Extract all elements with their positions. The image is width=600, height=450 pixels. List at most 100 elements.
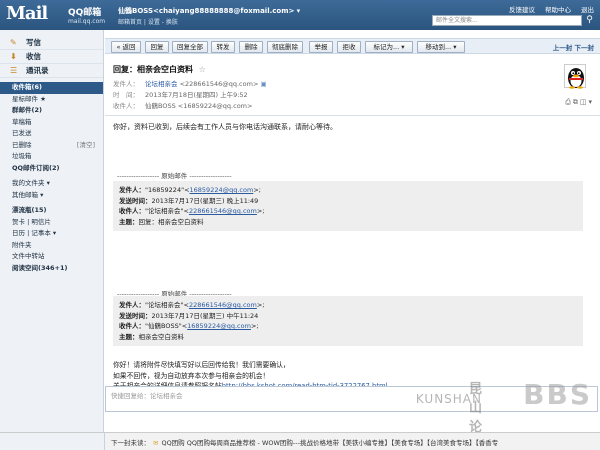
help-link[interactable]: 帮助中心: [545, 4, 571, 14]
sidebar-item-starred[interactable]: 星标邮件 ★: [0, 94, 103, 106]
quote2-to-label: 收件人：: [119, 322, 145, 330]
sidebar-item-calendar[interactable]: 日历 | 记事本 ▾: [0, 228, 103, 240]
contacts-button[interactable]: ☰ 通讯录: [0, 64, 103, 78]
message-subject: 回复：相亲会空白资料 ☆: [113, 64, 206, 75]
quote-from-link[interactable]: 16859224@qq.com: [190, 186, 254, 194]
sidebar-item-group-mail[interactable]: 群邮件(2): [0, 105, 103, 117]
move-to-dropdown[interactable]: 移动到... ▾: [417, 41, 465, 53]
quote-to-link[interactable]: 228661546@qq.com: [189, 207, 257, 215]
compose-label: 写信: [26, 38, 41, 47]
sender-address: <228661546@qq.com>: [179, 80, 259, 88]
quote2-subject-label: 主题：: [119, 332, 139, 341]
from-row: 发件人： 论坛相亲会 <228661546@qq.com> ▣: [113, 78, 267, 88]
quote-subject-value: 回复：相亲会空白资料: [138, 217, 204, 226]
logo-title: QQ邮箱: [68, 8, 102, 18]
forward-button[interactable]: 转发: [211, 41, 235, 53]
receive-label: 收信: [26, 52, 41, 61]
print-icon[interactable]: ⎙: [565, 98, 573, 106]
logout-link[interactable]: 退出: [581, 4, 594, 14]
sidebar-item-spam[interactable]: 垃圾箱: [0, 151, 103, 163]
original-mail-divider: ------------------ 原始邮件 ----------------…: [117, 172, 232, 180]
compose-button[interactable]: ✎ 写信: [0, 36, 103, 50]
new-window-icon[interactable]: ⧉: [573, 98, 580, 106]
next-unread-bar[interactable]: 下一封未读： ✉ QQ团购 QQ团购每周商品推荐榜 - WOW团购---挑战价格地带…: [105, 432, 600, 450]
back-button[interactable]: « 返回: [111, 41, 141, 53]
delete-permanently-button[interactable]: 彻底删除: [267, 41, 303, 53]
message-subject-text: 回复：相亲会空白资料: [113, 65, 193, 74]
report-button[interactable]: 举报: [309, 41, 333, 53]
quote2-time-label: 发送时间：: [119, 311, 152, 320]
time-row: 时 间： 2013年7月18日(星期四) 上午9:52: [113, 89, 248, 99]
quote-to-label: 收件人：: [119, 207, 145, 215]
mark-as-dropdown[interactable]: 标记为... ▾: [365, 41, 413, 53]
chevron-down-icon[interactable]: ▾: [297, 7, 301, 15]
quote2-to-row: 收件人："仙鶴BOSS"<16859224@qq.com>;: [119, 321, 577, 332]
feedback-link[interactable]: 反馈建议: [509, 4, 535, 14]
quote2-subject-value: 相亲会空白资料: [138, 332, 185, 341]
sidebar-item-attachments[interactable]: 附件夹: [0, 240, 103, 252]
pencil-icon: ✎: [10, 38, 17, 47]
next-unread-subject[interactable]: QQ团购 QQ团购每周商品推荐榜 - WOW团购---挑战价格地带【美铁小编专推…: [161, 439, 498, 447]
sidebar-item-inbox[interactable]: 收件箱(6): [0, 82, 103, 94]
message-actions: ⎙⧉◫▾: [565, 98, 594, 107]
quote-to-value: "论坛相亲会"<: [145, 207, 189, 215]
address-book-icon: ☰: [10, 66, 18, 75]
sidebar-item-deleted[interactable]: 已删除 [清空]: [0, 140, 103, 152]
sidebar-item-reading-space[interactable]: 阅读空间(346+1): [0, 263, 103, 275]
to-row: 收件人： 仙鶴BOSS <16859224@qq.com>: [113, 100, 252, 110]
sidebar: ✎ 写信 ⬇ 收信 ☰ 通讯录 收件箱(6) 星标邮件 ★ 群邮件(2) 草稿箱…: [0, 30, 104, 432]
sidebar-item-file-transfer[interactable]: 文件中转站: [0, 251, 103, 263]
quote2-to-end: >;: [250, 322, 259, 330]
envelope-icon: ✉: [153, 439, 159, 447]
search-icon[interactable]: ⚲: [584, 15, 595, 26]
closing-line-2: 如果不回传，视为自动放弃本次参与相亲会的机会！: [113, 371, 270, 380]
sidebar-item-cards[interactable]: 贺卡 | 明信片: [0, 217, 103, 229]
delete-button[interactable]: 删除: [239, 41, 263, 53]
sidebar-item-subscriptions[interactable]: QQ邮件订阅(2): [0, 163, 103, 175]
avatar[interactable]: [564, 64, 586, 89]
quote-to-end: >;: [256, 207, 265, 215]
quote2-from-row: 发件人："论坛相亲会"<228661546@qq.com>;: [119, 300, 577, 311]
receive-button[interactable]: ⬇ 收信: [0, 50, 103, 64]
quote2-from-end: >;: [256, 301, 265, 309]
mail-logo[interactable]: Mail: [6, 3, 48, 24]
more-icon[interactable]: ▾: [588, 98, 594, 106]
sidebar-item-my-folders[interactable]: 我的文件夹 ▾: [0, 178, 103, 190]
sidebar-item-drafts[interactable]: 草稿箱: [0, 117, 103, 129]
star-icon[interactable]: ☆: [199, 65, 206, 74]
quote-time-row: 发送时间：2013年7月17日(星期三) 晚上11:49: [119, 196, 577, 207]
message-body: 你好，资料已收到，后续会有工作人员与你电话沟通联系，请耐心等待。: [113, 123, 337, 131]
quote-from-value: "16859224"<: [145, 186, 190, 194]
watermark-bbs: BBS: [523, 378, 592, 411]
quote-to-row: 收件人："论坛相亲会"<228661546@qq.com>;: [119, 206, 577, 217]
sidebar-item-sent[interactable]: 已发送: [0, 128, 103, 140]
reply-button[interactable]: 回复: [145, 41, 169, 53]
sidebar-item-other-mailboxes[interactable]: 其他邮箱 ▾: [0, 190, 103, 202]
user-account[interactable]: 仙鶴BOSS<chaiyang88888888@foxmail.com> ▾: [118, 6, 300, 16]
quote2-subject-row: 主题：相亲会空白资料: [119, 332, 577, 343]
reply-all-button[interactable]: 回复全部: [172, 41, 208, 53]
search-input[interactable]: 邮件全文搜索...: [432, 15, 582, 26]
block-button[interactable]: 拒收: [337, 41, 361, 53]
logo-domain: mail.qq.com: [68, 18, 106, 25]
quote-subject-label: 主题：: [119, 217, 139, 226]
quote2-from-link[interactable]: 228661546@qq.com: [189, 301, 257, 309]
quote2-time-value: 2013年7月17日(星期三) 中午11:24: [151, 311, 259, 320]
sidebar-item-deleted-label: 已删除: [12, 140, 32, 149]
recipient: 仙鶴BOSS <16859224@qq.com>: [145, 102, 253, 110]
sender-name[interactable]: 论坛相亲会: [145, 80, 178, 88]
message-pager[interactable]: 上一封 下一封: [553, 42, 594, 52]
quote-time-label: 发送时间：: [119, 196, 152, 205]
from-label: 发件人：: [113, 80, 139, 88]
user-links[interactable]: 邮箱首页 | 设置 - 换肤: [118, 17, 178, 26]
quoted-mail-2: 发件人："论坛相亲会"<228661546@qq.com>; 发送时间：2013…: [113, 296, 583, 346]
quote2-to-value: "仙鶴BOSS"<: [145, 322, 188, 330]
sidebar-item-drift-bottle[interactable]: 漂流瓶(15): [0, 205, 103, 217]
empty-trash-link[interactable]: [清空]: [77, 140, 95, 152]
user-account-text: 仙鶴BOSS<chaiyang88888888@foxmail.com>: [118, 7, 295, 15]
contact-card-icon[interactable]: ▣: [260, 80, 266, 88]
sent-time: 2013年7月18日(星期四) 上午9:52: [145, 91, 248, 99]
sidebar-footer: [0, 432, 105, 450]
quote2-from-label: 发件人：: [119, 301, 145, 309]
quote2-to-link[interactable]: 16859224@qq.com: [187, 322, 251, 330]
